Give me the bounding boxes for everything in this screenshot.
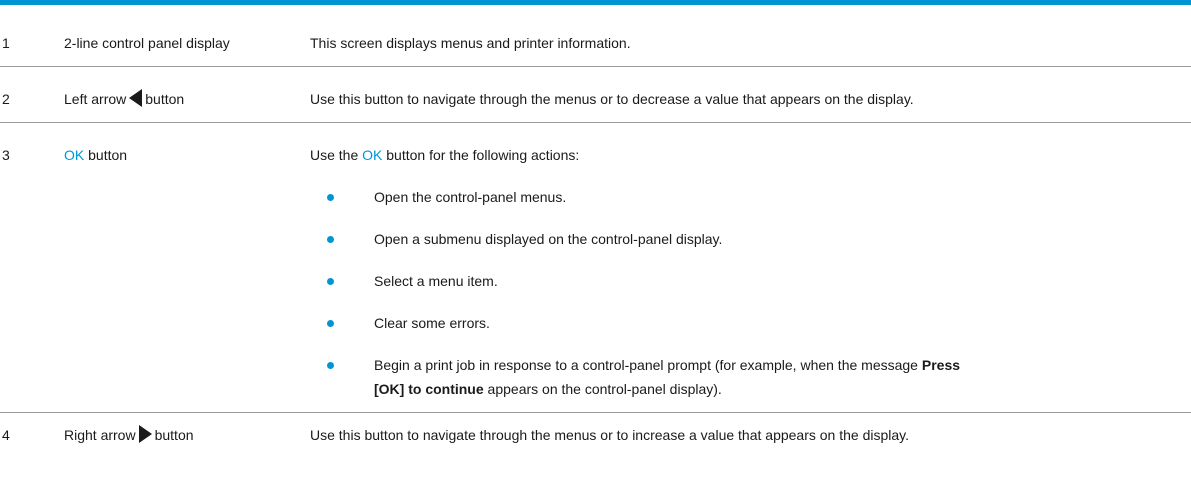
list-item: Open the control-panel menus.: [310, 187, 1191, 207]
control-panel-callout-table: 1 2-line control panel display This scre…: [0, 5, 1191, 445]
callout-number: 3: [0, 122, 64, 413]
bullet-dot-icon: [327, 362, 334, 369]
component-description: Use this button to navigate through the …: [310, 66, 1191, 123]
list-item: Select a menu item.: [310, 271, 1191, 291]
table-row: 2 Left arrow button Use this button to na…: [0, 66, 1191, 123]
ok-label: OK: [64, 147, 85, 163]
bullet-dot-icon: [327, 320, 334, 327]
bullet-dot-icon: [327, 236, 334, 243]
component-name: 2-line control panel display: [64, 5, 310, 67]
description-intro: Use the OK button for the following acti…: [310, 147, 580, 163]
component-name: OK button: [64, 122, 310, 413]
component-description: This screen displays menus and printer i…: [310, 5, 1191, 67]
callout-number: 2: [0, 66, 64, 123]
table-row: 3 OK button Use the OK button for the fo…: [0, 122, 1191, 413]
component-name-text: Right arrow: [64, 427, 136, 443]
list-item: Begin a print job in response to a contr…: [310, 355, 1191, 399]
right-arrow-icon: [138, 425, 152, 443]
component-name-suffix: button: [88, 147, 128, 163]
left-arrow-icon: [129, 89, 143, 107]
component-name: Left arrow button: [64, 66, 310, 123]
component-name: Right arrow button: [64, 413, 310, 446]
list-item: Clear some errors.: [310, 313, 1191, 333]
component-name-suffix: button: [145, 91, 185, 107]
component-description: Use the OK button for the following acti…: [310, 122, 1191, 413]
component-name-text: Left arrow: [64, 91, 127, 107]
component-name-suffix: button: [154, 427, 194, 443]
message-text: [OK] to continue: [374, 381, 484, 397]
callout-number: 4: [2, 427, 10, 443]
callout-number: 1: [0, 5, 64, 67]
table-row: 4 Right arrow button Use this button to n…: [0, 413, 1191, 446]
table-row: 1 2-line control panel display This scre…: [0, 5, 1191, 67]
component-description: Use this button to navigate through the …: [310, 427, 910, 443]
ok-label: OK: [362, 147, 383, 163]
bullet-dot-icon: [327, 194, 334, 201]
message-text: Press: [921, 357, 961, 373]
list-item: Open a submenu displayed on the control-…: [310, 229, 1191, 249]
bullet-dot-icon: [327, 278, 334, 285]
